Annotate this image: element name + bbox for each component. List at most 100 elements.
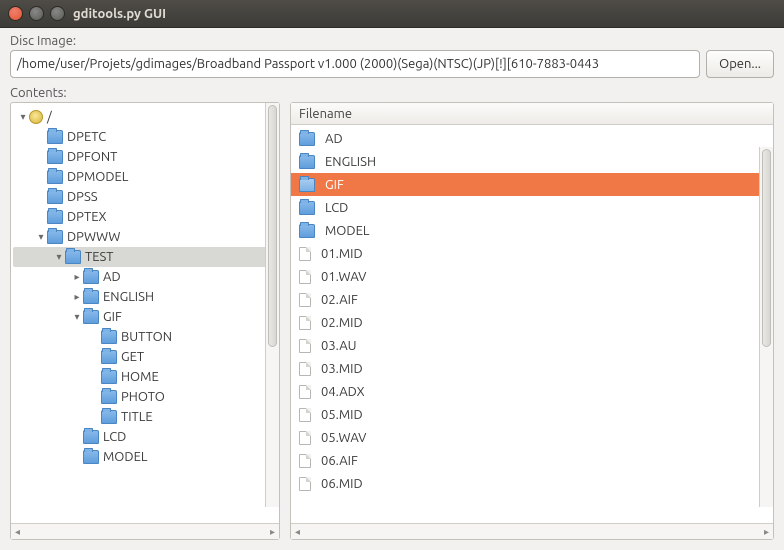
- list-item[interactable]: 06.MID: [291, 472, 773, 495]
- file-list[interactable]: AD ENGLISH GIFLCDMODEL 01.MID 01.WAV 02.AIF 02…: [291, 125, 773, 497]
- chevron-down-icon[interactable]: ▾: [71, 311, 83, 323]
- tree-item-label: GIF: [103, 310, 128, 324]
- chevron-right-icon[interactable]: ▸: [71, 271, 83, 283]
- list-item[interactable]: 03.AU: [291, 334, 773, 357]
- folder-icon: [83, 430, 99, 444]
- file-icon: [299, 316, 311, 330]
- chevron-down-icon[interactable]: ▾: [53, 251, 65, 263]
- folder-icon: [299, 201, 315, 215]
- list-item[interactable]: 06.AIF: [291, 449, 773, 472]
- list-item-label: 05.WAV: [321, 431, 366, 445]
- tree-item[interactable]: DPTEX: [13, 207, 277, 227]
- list-item-label: 01.WAV: [321, 270, 366, 284]
- minimize-icon[interactable]: [29, 6, 44, 21]
- file-list-pane: Filename AD ENGLISH GIFLCDMODEL 01.MID 01.WA…: [290, 102, 774, 540]
- file-icon: [299, 247, 311, 261]
- chevron-right-icon[interactable]: ▸: [71, 291, 83, 303]
- tree-item[interactable]: DPETC: [13, 127, 277, 147]
- list-item-label: ENGLISH: [325, 155, 376, 169]
- folder-icon: [299, 132, 315, 146]
- scroll-left-icon[interactable]: ◂: [13, 526, 22, 538]
- scroll-right-icon[interactable]: ▸: [268, 526, 277, 538]
- tree-item[interactable]: ▾DPWWW: [13, 227, 277, 247]
- scroll-left-icon[interactable]: ◂: [293, 526, 302, 538]
- tree-item[interactable]: ▸ AD: [13, 267, 277, 287]
- folder-icon: [47, 230, 63, 244]
- close-icon[interactable]: [8, 6, 23, 21]
- disc-image-label: Disc Image:: [10, 34, 774, 48]
- tree-item[interactable]: HOME: [13, 367, 277, 387]
- tree-item[interactable]: DPSS: [13, 187, 277, 207]
- tree-item-label: LCD: [103, 430, 132, 444]
- list-header-label: Filename: [299, 107, 352, 121]
- list-item[interactable]: 03.MID: [291, 357, 773, 380]
- tree-item-label: MODEL: [103, 450, 153, 464]
- tree-item[interactable]: DPFONT: [13, 147, 277, 167]
- tree-vertical-scrollbar[interactable]: [265, 103, 279, 507]
- list-item[interactable]: 02.MID: [291, 311, 773, 334]
- tree-item[interactable]: BUTTON: [13, 327, 277, 347]
- tree-item[interactable]: ▾ TEST: [13, 247, 277, 267]
- list-item-label: 04.ADX: [321, 385, 365, 399]
- folder-tree[interactable]: ▾/DPETCDPFONTDPMODELDPSSDPTEX▾DPWWW▾TEST…: [11, 103, 279, 471]
- tree-item[interactable]: TITLE: [13, 407, 277, 427]
- folder-icon: [299, 224, 315, 238]
- list-item-label: 06.AIF: [321, 454, 358, 468]
- tree-pane: ▾/DPETCDPFONTDPMODELDPSSDPTEX▾DPWWW▾TEST…: [10, 102, 280, 540]
- list-item-label: 05.MID: [321, 408, 363, 422]
- tree-item-label: HOME: [121, 370, 165, 384]
- folder-icon: [65, 250, 81, 264]
- scrollbar-thumb[interactable]: [762, 149, 771, 347]
- window-title: gditools.py GUI: [73, 7, 166, 21]
- contents-label: Contents:: [10, 86, 774, 100]
- disc-image-input[interactable]: /home/user/Projets/gdimages/Broadband Pa…: [10, 50, 700, 78]
- open-button[interactable]: Open...: [706, 50, 774, 78]
- tree-item[interactable]: ▾/: [13, 107, 277, 127]
- tree-item-label: /: [47, 110, 58, 124]
- list-item[interactable]: 05.MID: [291, 403, 773, 426]
- list-horizontal-scrollbar[interactable]: ◂ ▸: [291, 523, 773, 539]
- tree-item-label: PHOTO: [121, 390, 171, 404]
- list-item[interactable]: AD: [291, 127, 773, 150]
- tree-item[interactable]: MODEL: [13, 447, 277, 467]
- tree-horizontal-scrollbar[interactable]: ◂ ▸: [11, 523, 279, 539]
- tree-item[interactable]: GET: [13, 347, 277, 367]
- maximize-icon[interactable]: [50, 6, 65, 21]
- list-item-label: 01.MID: [321, 247, 363, 261]
- folder-icon: [83, 270, 99, 284]
- list-item[interactable]: LCD: [291, 196, 773, 219]
- tree-item-label: AD: [103, 270, 127, 284]
- list-item[interactable]: 02.AIF: [291, 288, 773, 311]
- list-item[interactable]: MODEL: [291, 219, 773, 242]
- list-item[interactable]: 01.MID: [291, 242, 773, 265]
- tree-item-label: DPTEX: [67, 210, 113, 224]
- scrollbar-thumb[interactable]: [268, 105, 277, 347]
- list-item[interactable]: 04.ADX: [291, 380, 773, 403]
- folder-icon: [83, 450, 99, 464]
- chevron-down-icon[interactable]: ▾: [35, 231, 47, 243]
- list-vertical-scrollbar[interactable]: [759, 147, 773, 507]
- list-column-header[interactable]: Filename: [291, 103, 773, 125]
- tree-item[interactable]: ▾ GIF: [13, 307, 277, 327]
- list-item[interactable]: ENGLISH: [291, 150, 773, 173]
- scroll-right-icon[interactable]: ▸: [762, 526, 771, 538]
- tree-item[interactable]: PHOTO: [13, 387, 277, 407]
- file-icon: [299, 362, 311, 376]
- file-icon: [299, 385, 311, 399]
- tree-item[interactable]: LCD: [13, 427, 277, 447]
- tree-item-label: ENGLISH: [103, 290, 160, 304]
- folder-icon: [83, 310, 99, 324]
- chevron-down-icon[interactable]: ▾: [17, 111, 29, 123]
- folder-icon: [47, 210, 63, 224]
- list-item[interactable]: GIF: [291, 173, 773, 196]
- tree-item-label: TEST: [85, 250, 120, 264]
- folder-icon: [83, 290, 99, 304]
- list-item[interactable]: 05.WAV: [291, 426, 773, 449]
- list-item[interactable]: 01.WAV: [291, 265, 773, 288]
- list-item-label: 02.MID: [321, 316, 363, 330]
- tree-item[interactable]: DPMODEL: [13, 167, 277, 187]
- tree-item[interactable]: ▸ ENGLISH: [13, 287, 277, 307]
- folder-icon: [101, 390, 117, 404]
- file-icon: [299, 293, 311, 307]
- folder-icon: [101, 410, 117, 424]
